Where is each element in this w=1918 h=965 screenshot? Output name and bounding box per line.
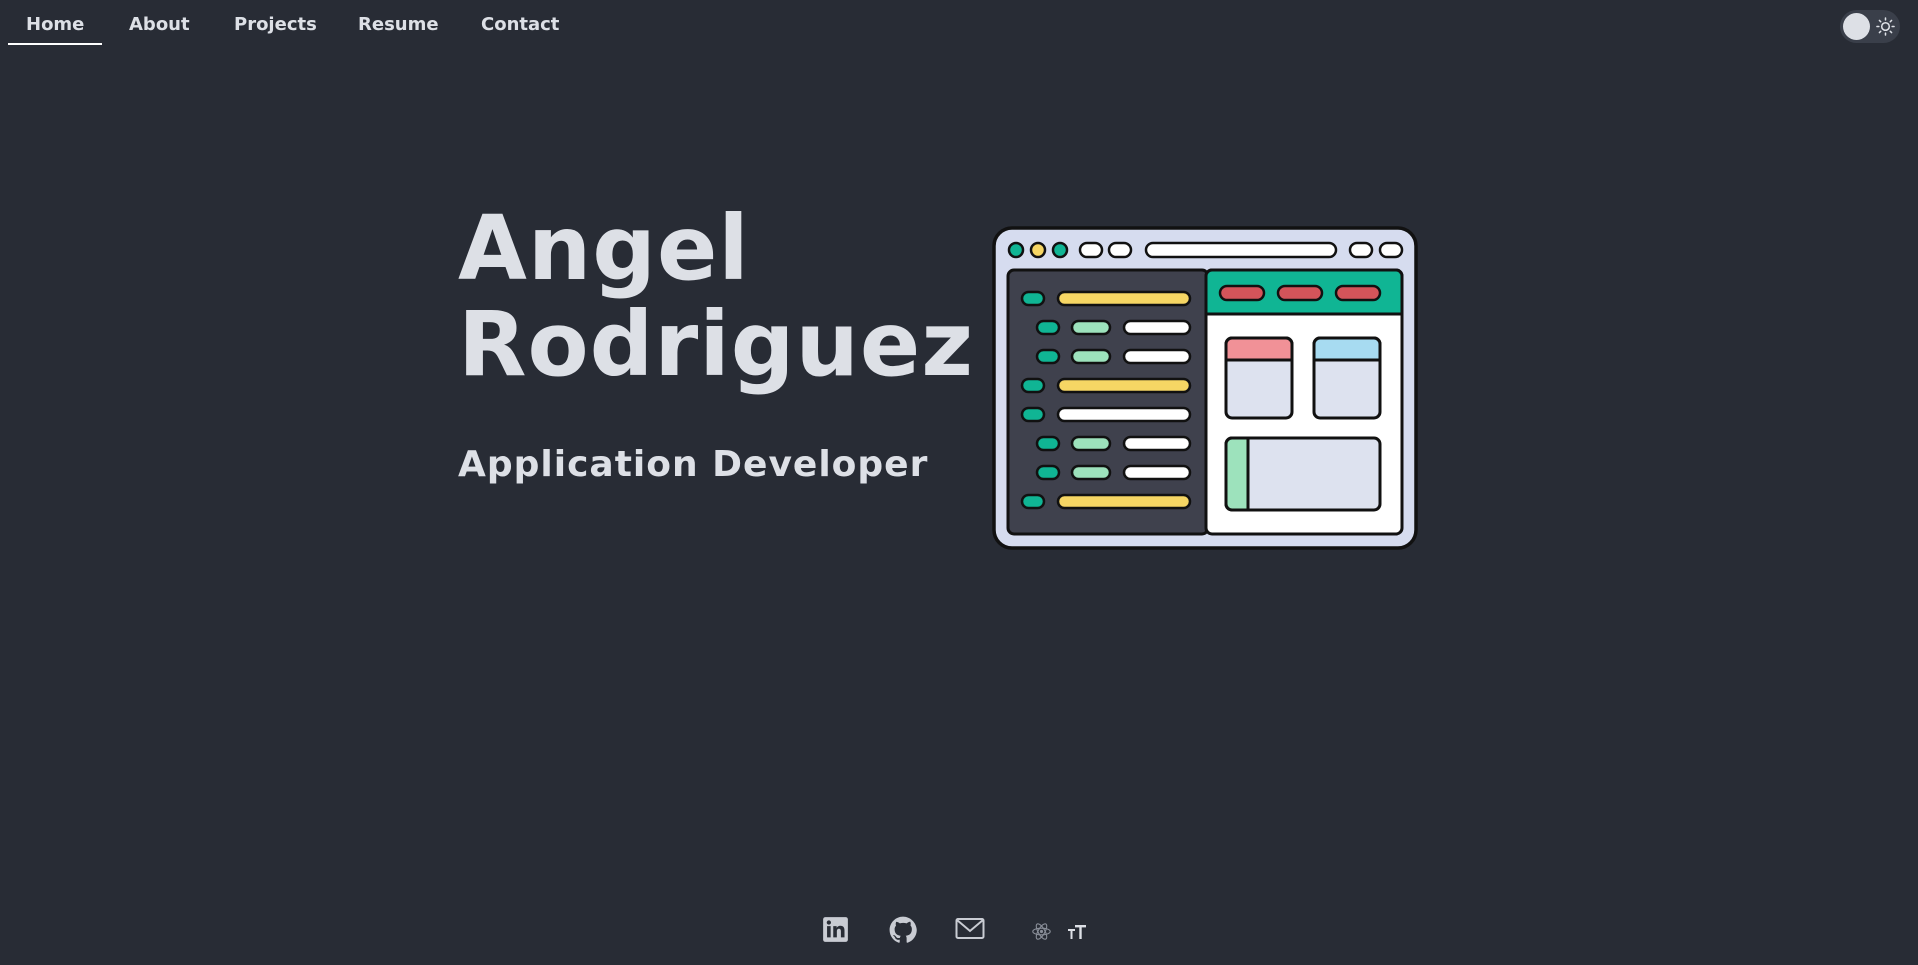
nav-contact[interactable]: Contact <box>481 14 559 35</box>
top-nav: Home About Projects Resume Contact <box>0 0 1918 50</box>
font-size-icon[interactable] <box>1067 923 1087 941</box>
mail-icon[interactable] <box>955 917 985 941</box>
hero-role: Application Developer <box>458 444 929 485</box>
linkedin-icon[interactable] <box>822 916 849 943</box>
sun-icon <box>1876 17 1895 36</box>
app-window-illustration <box>992 226 1418 550</box>
page: Home About Projects Resume Contact Angel… <box>0 0 1918 965</box>
github-icon[interactable] <box>889 916 917 944</box>
nav-resume[interactable]: Resume <box>358 14 439 35</box>
hero-name-first: Angel <box>458 196 750 300</box>
theme-toggle[interactable] <box>1840 10 1900 43</box>
footer-social <box>0 912 1918 948</box>
nav-about[interactable]: About <box>129 14 190 35</box>
toggle-knob <box>1843 13 1870 40</box>
hero-name: Angel Rodriguez <box>458 200 974 392</box>
nav-projects[interactable]: Projects <box>234 14 317 35</box>
nav-home[interactable]: Home <box>7 14 103 45</box>
react-icon <box>1032 923 1051 940</box>
hero-name-last: Rodriguez <box>458 292 975 396</box>
